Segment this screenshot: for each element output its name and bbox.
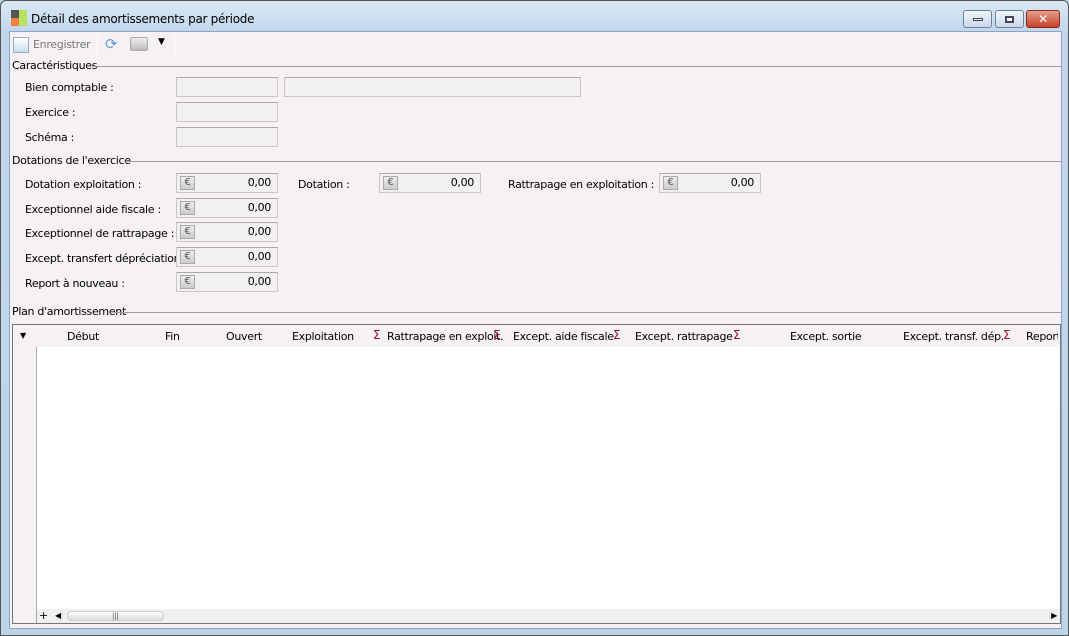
column-header-rattrapage[interactable]: Rattrapage en exploit.	[387, 330, 504, 343]
column-header-debut[interactable]: Début	[67, 330, 99, 343]
euro-icon: €	[180, 201, 195, 215]
value: 0,00	[450, 176, 475, 189]
value: 0,00	[247, 176, 272, 189]
column-header-fin[interactable]: Fin	[165, 330, 180, 343]
rattrapage-exploitation-input[interactable]: €0,00	[659, 173, 761, 193]
exercice-label: Exercice :	[25, 106, 76, 119]
sum-icon[interactable]: Σ	[373, 328, 381, 342]
bien-comptable-code-input[interactable]	[176, 77, 278, 97]
schema-input[interactable]	[176, 127, 278, 147]
report-label: Report à nouveau :	[25, 277, 125, 290]
refresh-icon[interactable]: ⟳	[105, 35, 118, 53]
schema-label: Schéma :	[25, 131, 75, 144]
minimize-button[interactable]	[963, 10, 992, 28]
horizontal-scrollbar[interactable]: + ◀ ||| ▶	[37, 609, 1060, 623]
add-row-button[interactable]: +	[39, 609, 48, 622]
print-dropdown-icon[interactable]: ▼	[158, 37, 165, 47]
column-header-except-rattrapage[interactable]: Except. rattrapage	[635, 330, 733, 343]
client-area: Enregistrer ⟳ ▼ Caractéristiques Bien co…	[9, 31, 1062, 629]
minimize-icon	[972, 17, 983, 21]
scroll-right-icon[interactable]: ▶	[1051, 611, 1057, 620]
dotation-exploitation-input[interactable]: €0,00	[176, 173, 278, 193]
save-button[interactable]: Enregistrer	[33, 38, 91, 51]
amortissement-grid[interactable]: ▼ Début Fin Ouvert Exploitation Σ Rattra…	[12, 324, 1061, 624]
value: 0,00	[247, 225, 272, 238]
bien-comptable-name-input[interactable]	[284, 77, 581, 97]
except-transfert-input[interactable]: €0,00	[176, 247, 278, 267]
euro-icon: €	[180, 225, 195, 239]
section-caracteristiques: Caractéristiques	[12, 59, 1061, 72]
dotation-exploitation-label: Dotation exploitation :	[25, 178, 142, 191]
dotation-input[interactable]: €0,00	[379, 173, 481, 193]
column-header-exploitation[interactable]: Exploitation	[292, 330, 354, 343]
exercice-input[interactable]	[176, 102, 278, 122]
close-button[interactable]: ✕	[1026, 10, 1060, 28]
section-title: Dotations de l'exercice	[12, 154, 131, 167]
column-chooser-icon[interactable]: ▼	[20, 331, 26, 340]
sum-icon[interactable]: Σ	[1003, 328, 1011, 342]
save-icon	[13, 37, 29, 53]
section-dotations: Dotations de l'exercice	[12, 154, 1061, 167]
sum-icon[interactable]: Σ	[733, 328, 741, 342]
dotation-label: Dotation :	[298, 178, 350, 191]
exceptionnel-rattrapage-input[interactable]: €0,00	[176, 222, 278, 242]
window: Détail des amortissements par période ✕ …	[0, 0, 1069, 636]
print-icon[interactable]	[130, 37, 148, 51]
euro-icon: €	[180, 176, 195, 190]
rattrapage-exploitation-label: Rattrapage en exploitation :	[508, 178, 655, 191]
euro-icon: €	[663, 176, 678, 190]
value: 0,00	[247, 201, 272, 214]
value: 0,00	[247, 275, 272, 288]
euro-icon: €	[180, 275, 195, 289]
euro-icon: €	[180, 250, 195, 264]
except-transfert-label: Except. transfert dépréciation :	[25, 252, 187, 265]
scroll-left-icon[interactable]: ◀	[55, 611, 61, 620]
toolbar-separator	[174, 34, 175, 56]
column-header-except-transf[interactable]: Except. transf. dép.	[903, 330, 1004, 343]
value: 0,00	[730, 176, 755, 189]
section-title: Plan d'amortissement	[12, 305, 126, 318]
app-icon	[11, 10, 27, 26]
window-title: Détail des amortissements par période	[31, 12, 255, 26]
row-indicator-column	[13, 325, 37, 623]
section-title: Caractéristiques	[12, 59, 98, 72]
column-header-aide-fiscale[interactable]: Except. aide fiscale	[513, 330, 614, 343]
column-header-except-sortie[interactable]: Except. sortie	[790, 330, 862, 343]
exceptionnel-aide-fiscale-input[interactable]: €0,00	[176, 198, 278, 218]
scroll-thumb[interactable]: |||	[67, 611, 164, 621]
euro-icon: €	[383, 176, 398, 190]
grid-header: ▼ Début Fin Ouvert Exploitation Σ Rattra…	[13, 325, 1060, 347]
value: 0,00	[247, 250, 272, 263]
report-input[interactable]: €0,00	[176, 272, 278, 292]
close-icon: ✕	[1038, 12, 1048, 26]
maximize-button[interactable]	[995, 10, 1024, 28]
exceptionnel-aide-fiscale-label: Exceptionnel aide fiscale :	[25, 203, 161, 216]
maximize-icon	[1005, 15, 1014, 23]
sum-icon[interactable]: Σ	[613, 328, 621, 342]
column-header-report[interactable]: Report	[1026, 330, 1058, 343]
bien-comptable-label: Bien comptable :	[25, 81, 114, 94]
section-plan: Plan d'amortissement	[12, 305, 1061, 318]
exceptionnel-rattrapage-label: Exceptionnel de rattrapage :	[25, 227, 175, 240]
toolbar-separator	[97, 34, 98, 56]
sum-icon[interactable]: Σ	[493, 328, 501, 342]
column-header-ouvert[interactable]: Ouvert	[226, 330, 262, 343]
